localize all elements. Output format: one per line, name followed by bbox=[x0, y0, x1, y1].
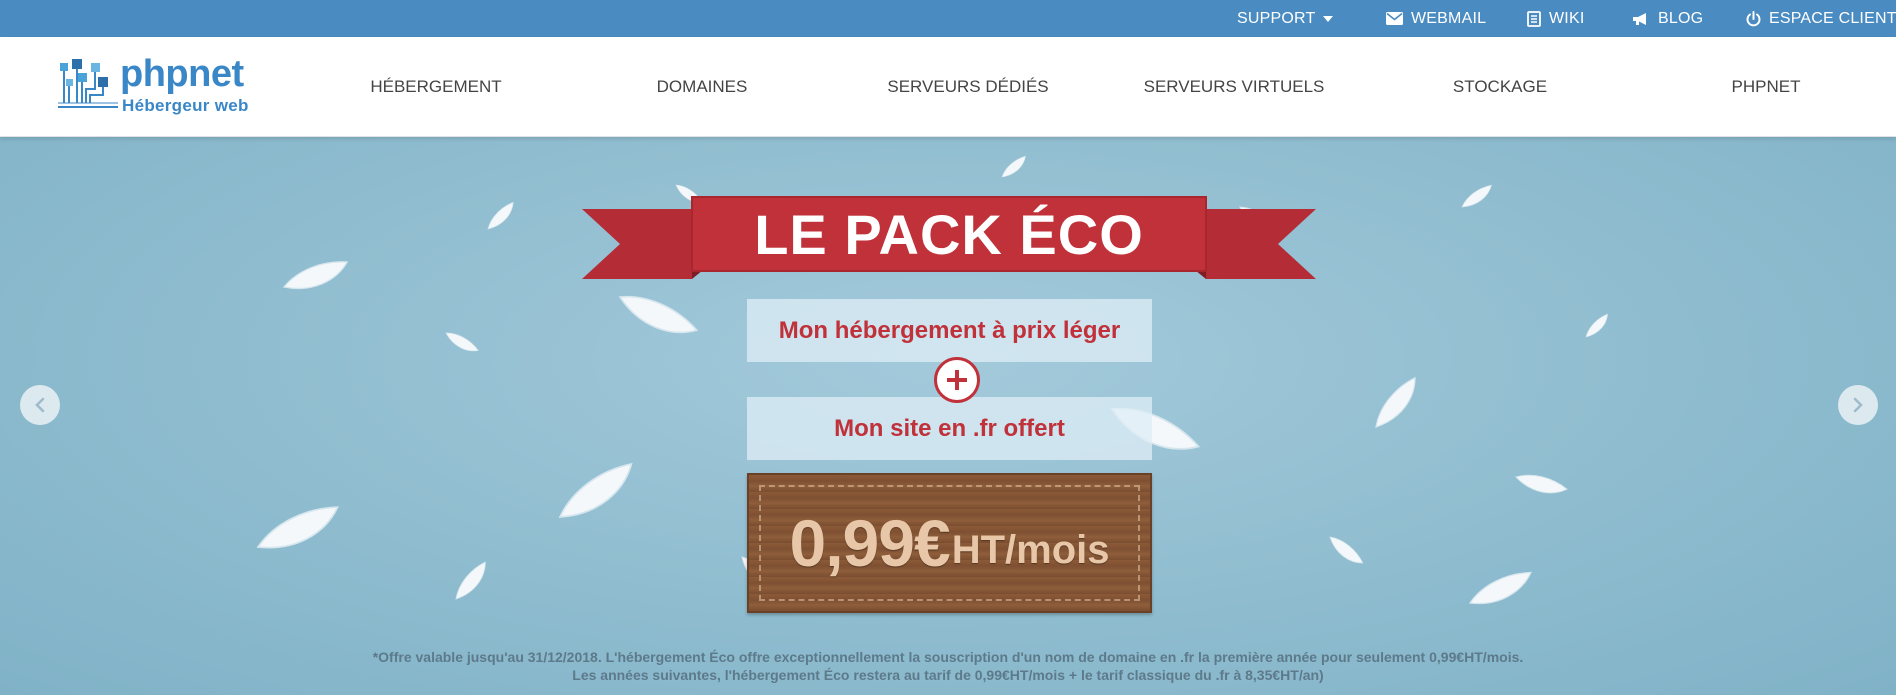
espace-client-link[interactable]: ESPACE CLIENT bbox=[1746, 0, 1896, 37]
logo-tagline: Hébergeur web bbox=[122, 96, 249, 115]
main-header: phpnet Hébergeur web HÉBERGEMENT DOMAINE… bbox=[0, 37, 1896, 137]
price-unit: HT/mois bbox=[951, 527, 1110, 572]
wiki-link[interactable]: WIKI bbox=[1527, 0, 1584, 37]
chevron-left-icon bbox=[35, 397, 45, 413]
offer-disclaimer: *Offre valable jusqu'au 31/12/2018. L'hé… bbox=[0, 648, 1896, 684]
chevron-down-icon bbox=[1323, 15, 1334, 22]
nav-serveurs-virtuels[interactable]: SERVEURS VIRTUELS bbox=[1144, 37, 1325, 137]
support-menu[interactable]: SUPPORT bbox=[1237, 0, 1334, 37]
top-utility-bar: SUPPORT WEBMAIL WIKI BLOG ESPACE CLIENT bbox=[0, 0, 1896, 37]
disclaimer-line-2: Les années suivantes, l'hébergement Éco … bbox=[572, 667, 1324, 683]
webmail-link[interactable]: WEBMAIL bbox=[1386, 0, 1486, 37]
power-icon bbox=[1746, 10, 1761, 26]
nav-serveurs-dedies[interactable]: SERVEURS DÉDIÉS bbox=[887, 37, 1048, 137]
hero-line-hosting: Mon hébergement à prix léger bbox=[747, 299, 1152, 362]
megaphone-icon bbox=[1633, 12, 1646, 25]
blog-label: BLOG bbox=[1658, 9, 1704, 27]
price-board: 0,99€ HT/mois bbox=[747, 473, 1152, 613]
price-text: 0,99€ HT/mois bbox=[749, 475, 1150, 611]
circuit-logo-icon bbox=[58, 59, 118, 108]
carousel-next-button[interactable] bbox=[1838, 385, 1878, 425]
phpnet-logo[interactable]: phpnet Hébergeur web bbox=[56, 53, 256, 121]
disclaimer-line-1: *Offre valable jusqu'au 31/12/2018. L'hé… bbox=[372, 649, 1524, 665]
nav-phpnet[interactable]: PHPNET bbox=[1732, 37, 1801, 137]
nav-stockage[interactable]: STOCKAGE bbox=[1453, 37, 1547, 137]
espace-client-label: ESPACE CLIENT bbox=[1769, 9, 1896, 27]
envelope-icon bbox=[1386, 12, 1403, 25]
plus-icon bbox=[934, 357, 980, 403]
webmail-label: WEBMAIL bbox=[1411, 9, 1487, 27]
book-icon bbox=[1527, 10, 1541, 27]
logo-wordmark: phpnet bbox=[120, 53, 244, 95]
nav-hebergement[interactable]: HÉBERGEMENT bbox=[370, 37, 501, 137]
price-amount: 0,99€ bbox=[789, 506, 951, 580]
nav-domaines[interactable]: DOMAINES bbox=[657, 37, 748, 137]
blog-link[interactable]: BLOG bbox=[1632, 0, 1703, 37]
hero-banner[interactable]: LE PACK ÉCO Mon hébergement à prix léger… bbox=[0, 137, 1896, 695]
carousel-prev-button[interactable] bbox=[20, 385, 60, 425]
chevron-right-icon bbox=[1853, 397, 1863, 413]
wiki-label: WIKI bbox=[1549, 9, 1585, 27]
support-label: SUPPORT bbox=[1237, 9, 1316, 27]
hero-line-domain: Mon site en .fr offert bbox=[747, 397, 1152, 460]
hero-title: LE PACK ÉCO bbox=[754, 202, 1144, 266]
